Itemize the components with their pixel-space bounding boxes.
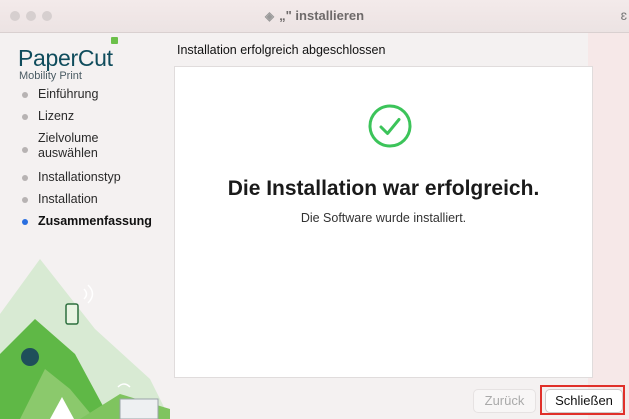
- title-bar: ◈ „" installieren ɛ: [0, 0, 629, 33]
- content-panel: Die Installation war erfolgreich. Die So…: [174, 66, 593, 378]
- illustration-printer-icon: [119, 398, 159, 419]
- sidebar-illustration: [0, 259, 170, 419]
- page-heading: Installation erfolgreich abgeschlossen: [177, 43, 386, 57]
- logo-mobility-print: Mobility Print: [19, 70, 82, 82]
- package-icon: ◈: [264, 9, 275, 23]
- success-subtitle: Die Software wurde installiert.: [300, 211, 467, 225]
- logo-green-mark-icon: [111, 37, 118, 44]
- illustration-person-head-icon: [21, 348, 39, 366]
- step-bullet-icon: [22, 114, 28, 120]
- illustration-phone-icon: [65, 303, 79, 325]
- step-installationstyp: Installationstyp: [38, 170, 121, 184]
- window-title-text: „" installieren: [279, 8, 365, 23]
- success-title: Die Installation war erfolgreich.: [227, 177, 540, 200]
- step-lizenz: Lizenz: [38, 109, 75, 123]
- step-zusammenfassung: Zusammenfassung: [38, 214, 152, 228]
- clipped-edge-glyph: ɛ: [620, 7, 627, 23]
- step-bullet-icon: [22, 147, 28, 153]
- back-button[interactable]: Zurück: [473, 389, 536, 413]
- step-bullet-icon: [22, 92, 28, 98]
- window-title: ◈ „" installieren: [0, 8, 629, 23]
- logo-papercut: PaperCut: [18, 45, 113, 71]
- step-bullet-active-icon: [22, 219, 28, 225]
- background-window-edge: [588, 33, 629, 419]
- step-bullet-icon: [22, 197, 28, 203]
- step-einfuehrung: Einführung: [38, 87, 99, 101]
- step-installation: Installation: [38, 192, 98, 206]
- success-check-icon: [368, 104, 412, 148]
- close-button-highlight: [540, 385, 625, 415]
- step-zielvolume: Zielvolume auswählen: [38, 131, 99, 160]
- illustration-wireless-icon: [83, 284, 94, 304]
- installer-sidebar: PaperCut Mobility Print Einführung Lizen…: [0, 33, 170, 419]
- step-bullet-icon: [22, 175, 28, 181]
